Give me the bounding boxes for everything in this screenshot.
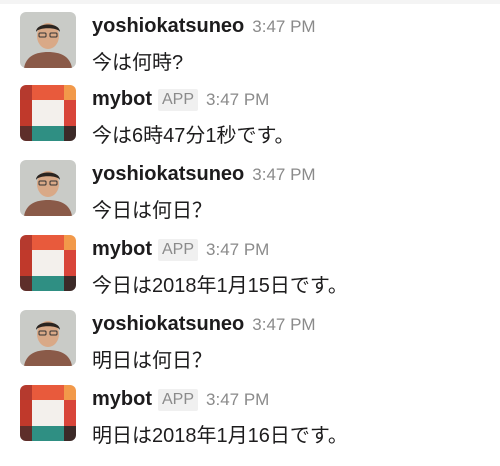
timestamp[interactable]: 3:47 PM <box>252 17 315 36</box>
message-row[interactable]: mybot APP 3:47 PM 今は6時47分1秒です。 <box>0 85 500 159</box>
bot-logo-icon <box>20 385 76 441</box>
app-badge: APP <box>158 89 199 111</box>
user-avatar-icon <box>20 12 76 68</box>
sender-name[interactable]: yoshiokatsuneo <box>92 15 244 37</box>
timestamp[interactable]: 3:47 PM <box>206 390 269 409</box>
message-row[interactable]: mybot APP 3:47 PM 今日は2018年1月15日です。 <box>0 235 500 309</box>
timestamp[interactable]: 3:47 PM <box>206 90 269 109</box>
message-text: 今は何時? <box>92 52 184 74</box>
message-text: 明日は2018年1月16日です。 <box>92 425 348 447</box>
bot-logo-icon <box>20 85 76 141</box>
bot-avatar[interactable] <box>20 385 76 441</box>
timestamp[interactable]: 3:47 PM <box>206 240 269 259</box>
bot-avatar[interactable] <box>20 85 76 141</box>
sender-name[interactable]: mybot <box>92 88 152 110</box>
message-text: 今日は2018年1月15日です。 <box>92 275 348 297</box>
app-badge: APP <box>158 389 199 411</box>
sender-name[interactable]: yoshiokatsuneo <box>92 313 244 335</box>
app-badge: APP <box>158 239 199 261</box>
user-avatar[interactable] <box>20 310 76 366</box>
message-row[interactable]: mybot APP 3:47 PM 明日は2018年1月16日です。 <box>0 385 500 459</box>
bot-avatar[interactable] <box>20 235 76 291</box>
sender-name[interactable]: mybot <box>92 238 152 260</box>
user-avatar[interactable] <box>20 12 76 68</box>
message-row[interactable]: yoshiokatsuneo 3:47 PM 明日は何日？ <box>0 310 500 384</box>
user-avatar[interactable] <box>20 160 76 216</box>
timestamp[interactable]: 3:47 PM <box>252 165 315 184</box>
message-row[interactable]: yoshiokatsuneo 3:47 PM 今は何時? <box>0 12 500 86</box>
timestamp[interactable]: 3:47 PM <box>252 315 315 334</box>
user-avatar-icon <box>20 310 76 366</box>
top-divider <box>0 0 500 4</box>
bot-logo-icon <box>20 235 76 291</box>
user-avatar-icon <box>20 160 76 216</box>
sender-name[interactable]: yoshiokatsuneo <box>92 163 244 185</box>
sender-name[interactable]: mybot <box>92 388 152 410</box>
message-text: 明日は何日？ <box>92 350 212 372</box>
message-text: 今は6時47分1秒です。 <box>92 125 295 147</box>
message-text: 今日は何日？ <box>92 200 212 222</box>
message-row[interactable]: yoshiokatsuneo 3:47 PM 今日は何日？ <box>0 160 500 234</box>
